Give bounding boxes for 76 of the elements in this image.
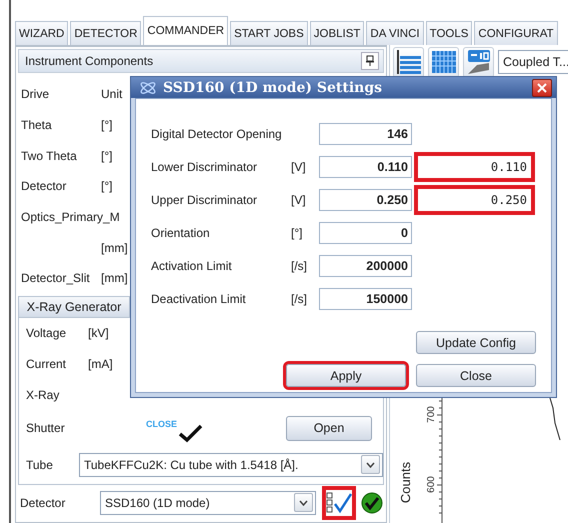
value-field[interactable]: 0: [319, 222, 412, 244]
setting-label: Activation Limit: [151, 258, 233, 272]
list-icon: [394, 48, 422, 76]
value-field[interactable]: 0.110: [319, 156, 412, 178]
unit-label: [/s]: [291, 258, 308, 272]
close-icon: [537, 82, 547, 92]
unit-label: [V]: [291, 192, 306, 206]
value-field[interactable]: 0.250: [319, 188, 412, 210]
row-label: Detector: [21, 179, 68, 194]
check-circle-icon: [361, 492, 383, 514]
atom-icon: [139, 80, 157, 96]
unit-label: [°]: [291, 226, 302, 240]
setting-label: Orientation: [151, 226, 211, 240]
row-label: Detector_Slit: [21, 271, 91, 286]
row-label: Detector: [20, 496, 66, 510]
unit-label: [°]: [101, 118, 112, 132]
detector-dropdown[interactable]: SSD160 (1D mode): [100, 490, 316, 515]
checklist-icon: [326, 490, 352, 515]
panel-title: Instrument Components: [25, 54, 154, 68]
dialog-title: SSD160 (1D mode) Settings: [163, 80, 383, 96]
row-label: Voltage: [26, 326, 68, 340]
tab[interactable]: COMMANDER: [143, 16, 228, 45]
tube-dropdown[interactable]: TubeKFFCu2K: Cu tube with 1.5418 [Å].: [79, 452, 383, 477]
value-field[interactable]: 150000: [319, 288, 412, 310]
tick-label: 600: [426, 476, 437, 493]
unit-label: [mA]: [88, 357, 114, 372]
setting-label: Digital Detector Opening: [151, 126, 283, 140]
unit-label: [V]: [291, 160, 306, 174]
dropdown-value: SSD160 (1D mode): [105, 496, 210, 510]
setting-label: Upper Discriminator: [151, 192, 258, 206]
close-button[interactable]: [532, 78, 552, 96]
dialog-button[interactable]: Apply: [286, 364, 406, 387]
new-value-field[interactable]: 0.110: [414, 152, 535, 182]
tab[interactable]: JOBLIST: [310, 21, 364, 45]
unit-label: [kV]: [88, 326, 110, 340]
axis-label: Counts: [398, 462, 414, 504]
row-label: Shutter: [26, 421, 66, 436]
dialog-button[interactable]: Close: [416, 364, 536, 387]
tick-label: 700: [426, 406, 437, 423]
unit-label: [/s]: [291, 292, 308, 306]
value-field[interactable]: 146: [319, 122, 412, 144]
dropdown-value: TubeKFFCu2K: Cu tube with 1.5418 [Å].: [84, 458, 298, 472]
plot-line: [550, 398, 560, 440]
counter-button[interactable]: [463, 46, 494, 78]
scan-type-dropdown[interactable]: Coupled T...: [498, 50, 568, 74]
unit-label: Unit: [101, 87, 122, 102]
checklist-button[interactable]: [322, 486, 356, 520]
tab[interactable]: CONFIGURAT: [474, 21, 558, 45]
pin-button[interactable]: [361, 52, 379, 70]
open-button[interactable]: Open: [286, 416, 372, 441]
row-label: Optics_Primary_M: [21, 210, 120, 224]
unit-label: [mm]: [101, 271, 128, 286]
setting-label: Lower Discriminator: [151, 160, 258, 174]
value-field[interactable]: 200000: [319, 254, 412, 276]
tab[interactable]: TOOLS: [426, 21, 472, 45]
pin-icon: [365, 55, 375, 67]
dialog-button[interactable]: Update Config: [416, 331, 536, 354]
list-view-button[interactable]: [393, 46, 424, 78]
row-label: Tube: [26, 458, 54, 472]
tab[interactable]: DETECTOR: [70, 21, 142, 45]
section-tab[interactable]: X-Ray Generator: [18, 296, 130, 317]
row-label: Current: [26, 357, 68, 372]
grid-view-button[interactable]: [428, 46, 459, 78]
row-label: X-Ray: [26, 388, 60, 402]
unit-label: [°]: [101, 179, 112, 194]
unit-label: [°]: [101, 148, 112, 163]
tab[interactable]: WIZARD: [15, 21, 68, 45]
row-label: Two Theta: [21, 148, 78, 163]
setting-label: Deactivation Limit: [151, 292, 247, 306]
new-value-field[interactable]: 0.250: [414, 184, 535, 214]
row-label: Drive: [21, 87, 50, 102]
unit-label: [mm]: [101, 240, 128, 255]
tab[interactable]: START JOBS: [230, 21, 308, 45]
tab[interactable]: DA VINCI: [366, 21, 424, 45]
grid-icon: [430, 48, 458, 76]
row-label: Theta: [21, 118, 53, 132]
